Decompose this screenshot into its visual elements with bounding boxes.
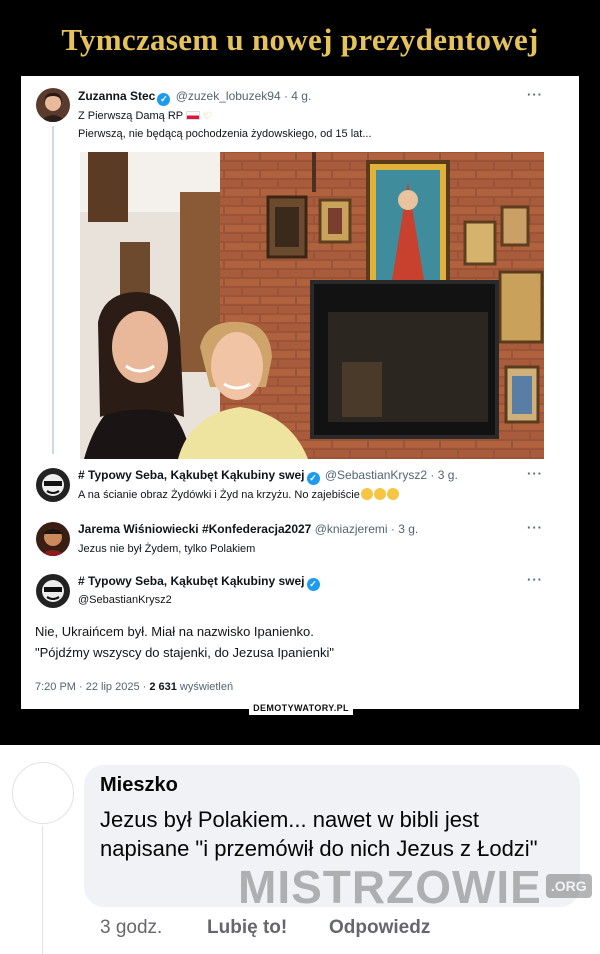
author-handle[interactable]: @SebastianKrysz2: [325, 468, 427, 482]
comment-text: Jezus był Polakiem... nawet w bibli jest…: [100, 807, 538, 861]
comment-author[interactable]: Mieszko: [100, 774, 178, 797]
laughing-emoji-icon: [386, 488, 399, 500]
verified-icon: ✓: [306, 578, 320, 591]
author-name[interactable]: Jarema Wiśniowiecki #Konfederacja2027: [78, 522, 311, 536]
author-handle[interactable]: @kniazjeremi: [315, 522, 388, 536]
tweet-text: A na ścianie obraz Żydówki i Żyd na krzy…: [78, 488, 399, 501]
tweet-photo[interactable]: [80, 152, 544, 459]
avatar-zuzanna[interactable]: [36, 88, 70, 122]
author-name[interactable]: # Typowy Seba, Kąkubęt Kąkubiny swej: [78, 468, 305, 482]
poland-flag-icon: [186, 111, 201, 120]
comment-time[interactable]: 3 godz.: [100, 917, 162, 939]
reply-button[interactable]: Odpowiedz: [329, 917, 430, 939]
more-options-icon[interactable]: ···: [527, 466, 543, 481]
heart-icon: ♡: [203, 111, 213, 122]
tweet-time[interactable]: 3 g.: [438, 468, 458, 482]
tweet-text: Nie, Ukraińcem był. Miał na nazwisko Ipa…: [35, 624, 314, 639]
tweet-text-line2: "Pójdźmy wszyscy do stajenki, do Jezusa …: [35, 645, 334, 660]
author-handle[interactable]: @SebastianKrysz2: [78, 594, 172, 606]
like-button[interactable]: Lubię to!: [207, 917, 287, 939]
author-name[interactable]: Zuzanna Stec: [78, 89, 155, 103]
laughing-emoji-icon: [360, 488, 373, 500]
commenter-avatar[interactable]: [12, 762, 74, 824]
avatar-sebastian[interactable]: [36, 468, 70, 502]
avatar-jarema[interactable]: [36, 522, 70, 556]
tweet-text-line2: Pierwszą, nie będącą pochodzenia żydowsk…: [78, 128, 372, 140]
demotywatory-watermark: DEMOTYWATORY.PL: [249, 702, 353, 715]
reply-thread-line: [42, 826, 43, 954]
avatar-sebastian[interactable]: [36, 574, 70, 608]
tweet-time[interactable]: 3 g.: [398, 522, 418, 536]
tweet-text: Jezus nie był Żydem, tylko Polakiem: [78, 543, 256, 555]
tweet-author[interactable]: Zuzanna Stec ✓ @zuzek_lobuzek94 · 4 g.: [78, 89, 311, 106]
tweet-author[interactable]: # Typowy Seba, Kąkubęt Kąkubiny swej ✓: [78, 574, 322, 591]
tweet-author[interactable]: # Typowy Seba, Kąkubęt Kąkubiny swej ✓ @S…: [78, 468, 458, 485]
thread-line: [52, 126, 54, 454]
demotivator-title: Tymczasem u nowej prezydentowej: [61, 22, 539, 57]
laughing-emoji-icon: [373, 488, 386, 500]
tweet-text: Z Pierwszą Damą RP ♡: [78, 110, 213, 122]
tweet-thread-card: Zuzanna Stec ✓ @zuzek_lobuzek94 · 4 g. ··…: [21, 76, 579, 709]
tweet-author[interactable]: Jarema Wiśniowiecki #Konfederacja2027 @k…: [78, 522, 418, 536]
verified-icon: ✓: [157, 93, 171, 106]
tweet-time[interactable]: 4 g.: [291, 89, 311, 103]
author-name[interactable]: # Typowy Seba, Kąkubęt Kąkubiny swej: [78, 574, 305, 588]
tweet-timestamp[interactable]: 7:20 PM · 22 lip 2025 ·: [35, 681, 149, 693]
author-handle[interactable]: @zuzek_lobuzek94: [176, 89, 281, 103]
verified-icon: ✓: [306, 472, 320, 485]
demotivator-frame: Tymczasem u nowej prezydentowej Zuzanna …: [0, 0, 600, 745]
more-options-icon[interactable]: ···: [527, 572, 543, 587]
mistrzowie-watermark: MISTRZOWIE .ORG: [238, 860, 592, 914]
more-options-icon[interactable]: ···: [527, 87, 543, 102]
view-count: 2 631: [149, 681, 177, 693]
more-options-icon[interactable]: ···: [527, 520, 543, 535]
tweet-meta: 7:20 PM · 22 lip 2025 · 2 631 wyświetleń: [35, 681, 234, 693]
